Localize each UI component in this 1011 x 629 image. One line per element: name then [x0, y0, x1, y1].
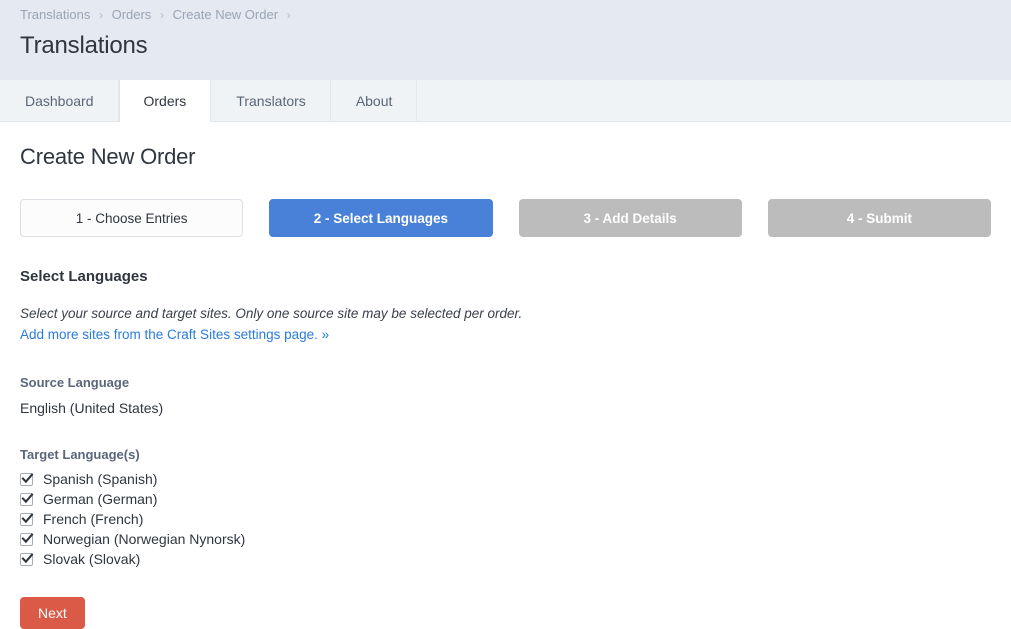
step-2-select-languages[interactable]: 2 - Select Languages [269, 199, 493, 237]
check-icon [21, 472, 34, 483]
source-language-label: Source Language [20, 375, 130, 390]
checkbox-german[interactable] [20, 492, 34, 506]
target-language-list: Spanish (Spanish) German (German) French… [20, 462, 991, 569]
breadcrumb-separator-icon: › [159, 8, 164, 22]
page-header: Translations › Orders › Create New Order… [0, 0, 1011, 80]
tab-translators[interactable]: Translators [211, 80, 331, 121]
breadcrumb-item-orders[interactable]: Orders [112, 7, 152, 22]
section-heading: Select Languages [20, 268, 148, 285]
step-4-submit: 4 - Submit [767, 199, 991, 237]
list-item[interactable]: Norwegian (Norwegian Nynorsk) [20, 529, 991, 549]
tab-dashboard[interactable]: Dashboard [0, 80, 119, 121]
step-3-add-details: 3 - Add Details [518, 199, 742, 237]
tab-orders[interactable]: Orders [118, 80, 212, 122]
breadcrumb-separator-icon: › [286, 8, 291, 22]
target-language-label: Target Language(s) [20, 447, 140, 462]
next-button[interactable]: Next [20, 597, 85, 629]
list-item-label: Spanish (Spanish) [43, 471, 158, 487]
tab-bar: Dashboard Orders Translators About [0, 80, 1011, 122]
list-item-label: German (German) [43, 491, 158, 507]
tab-about[interactable]: About [331, 80, 418, 121]
breadcrumb: Translations › Orders › Create New Order… [20, 0, 991, 23]
step-wizard: 1 - Choose Entries 2 - Select Languages … [20, 199, 991, 237]
list-item-label: Slovak (Slovak) [43, 551, 141, 567]
checkbox-spanish[interactable] [20, 472, 34, 486]
check-icon [21, 492, 34, 503]
list-item-label: French (French) [43, 511, 144, 527]
main-content: Create New Order 1 - Choose Entries 2 - … [0, 122, 1011, 629]
list-item[interactable]: Spanish (Spanish) [20, 469, 991, 489]
checkbox-french[interactable] [20, 512, 34, 526]
checkbox-slovak[interactable] [20, 552, 34, 566]
list-item[interactable]: Slovak (Slovak) [20, 549, 991, 569]
add-more-sites-link[interactable]: Add more sites from the Craft Sites sett… [20, 323, 329, 344]
check-icon [21, 512, 34, 523]
breadcrumb-item-create-new-order[interactable]: Create New Order [173, 7, 278, 22]
section-description: Select your source and target sites. Onl… [20, 306, 523, 321]
source-language-value: English (United States) [20, 400, 164, 416]
page-title: Create New Order [20, 144, 196, 169]
list-item-label: Norwegian (Norwegian Nynorsk) [43, 531, 246, 547]
breadcrumb-separator-icon: › [98, 8, 103, 22]
checkbox-norwegian[interactable] [20, 532, 34, 546]
app-title: Translations [20, 32, 148, 59]
list-item[interactable]: French (French) [20, 509, 991, 529]
breadcrumb-item-translations[interactable]: Translations [20, 7, 90, 22]
check-icon [21, 552, 34, 563]
list-item[interactable]: German (German) [20, 489, 991, 509]
check-icon [21, 532, 34, 543]
step-1-choose-entries[interactable]: 1 - Choose Entries [20, 199, 244, 237]
